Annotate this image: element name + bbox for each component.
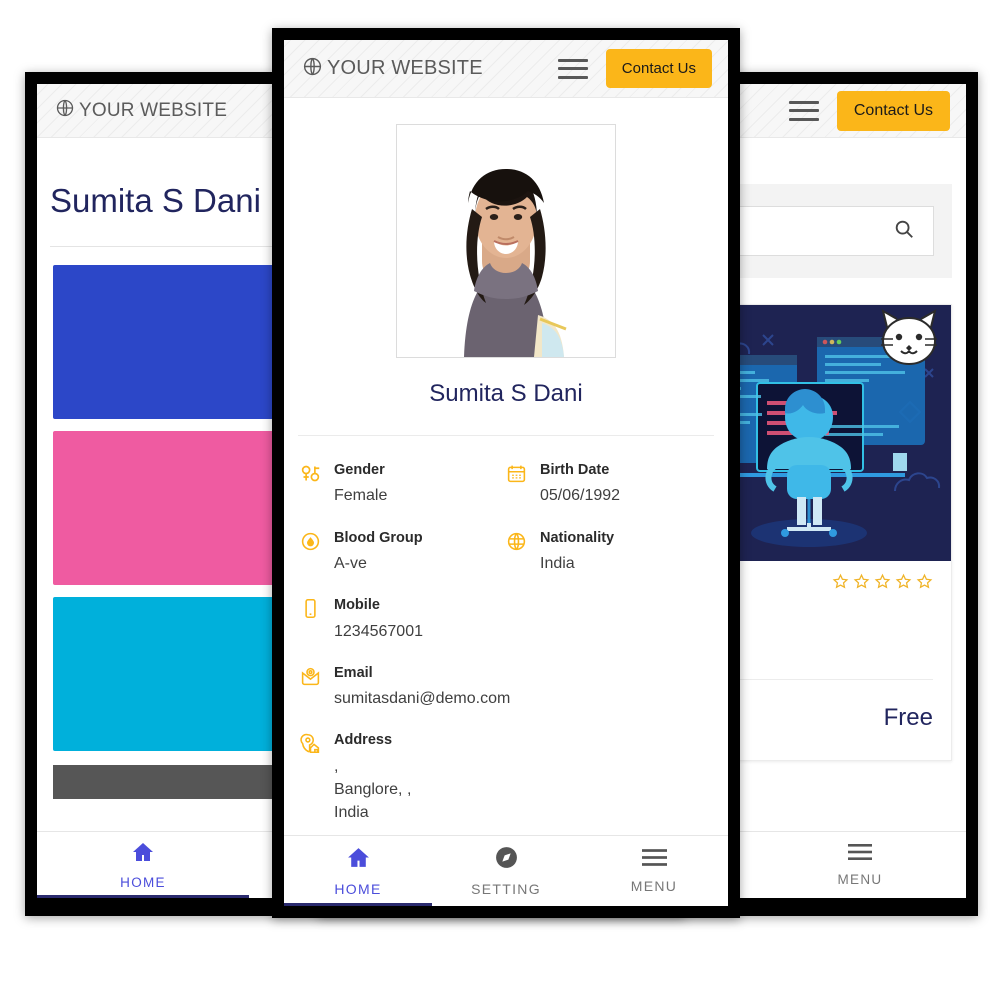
globe-icon — [302, 56, 323, 82]
search-icon[interactable] — [893, 218, 915, 245]
detail-row-address: Address , Banglore, , India — [300, 732, 712, 824]
tab-home[interactable]: HOME — [37, 832, 249, 898]
star-icon — [895, 573, 912, 595]
compass-icon — [494, 845, 519, 875]
tab-menu[interactable]: MENU — [754, 832, 966, 898]
detail-row: Blood Group A-ve Nationality India — [300, 530, 712, 576]
screen-center: YOUR WEBSITE Contact Us Sumita S Dani Ge… — [284, 40, 728, 906]
profile-details: Gender Female Birth Date 05/06/1992 Bloo… — [284, 436, 728, 824]
contact-us-button[interactable]: Contact Us — [605, 49, 712, 88]
detail-label: Mobile — [334, 597, 380, 614]
student-photo — [396, 124, 616, 358]
home-icon — [346, 845, 371, 875]
brand-logo[interactable]: YOUR WEBSITE — [55, 98, 227, 123]
detail-row: Email sumitasdani@demo.com — [300, 665, 712, 711]
star-icon — [916, 573, 933, 595]
header-actions: Contact Us — [557, 49, 712, 88]
tab-label: SETTING — [471, 881, 541, 897]
detail-label: Address — [334, 732, 393, 749]
hamburger-menu-icon[interactable] — [788, 100, 819, 121]
detail-birth-date: Birth Date 05/06/1992 — [506, 462, 712, 508]
star-icon — [853, 573, 870, 595]
detail-gender: Gender Female — [300, 462, 506, 508]
bottom-tabbar: HOME SETTING MENU — [284, 835, 728, 906]
brand-logo[interactable]: YOUR WEBSITE — [302, 56, 483, 82]
cat-face-icon — [881, 308, 937, 365]
detail-email: Email sumitasdani@demo.com — [300, 665, 712, 711]
detail-nationality: Nationality India — [506, 530, 712, 576]
globe-icon — [506, 530, 528, 557]
blood-drop-icon — [300, 530, 322, 557]
detail-value: India — [540, 554, 575, 572]
hamburger-menu-icon[interactable] — [557, 58, 588, 79]
tab-menu[interactable]: MENU — [580, 836, 728, 906]
detail-label: Gender — [334, 462, 385, 478]
home-icon — [131, 840, 155, 869]
star-icon — [874, 573, 891, 595]
mobile-phone-icon — [300, 597, 322, 624]
detail-value: Female — [334, 487, 388, 505]
student-name: Sumita S Dani — [429, 380, 583, 407]
mockup-stage: YOUR WEBSITE Sumita S Dani Doc Stud — [0, 0, 1000, 1000]
detail-value: A-ve — [334, 554, 367, 572]
detail-blood-group: Blood Group A-ve — [300, 530, 506, 576]
calendar-icon — [506, 462, 528, 489]
detail-label: Blood Group — [334, 529, 423, 546]
hamburger-menu-icon — [641, 848, 667, 872]
globe-icon — [55, 98, 75, 123]
detail-label: Birth Date — [540, 462, 610, 478]
detail-value: , Banglore, , India — [334, 755, 411, 825]
location-pin-icon — [300, 732, 322, 759]
address-line: , — [334, 757, 339, 775]
detail-address: Address , Banglore, , India — [300, 732, 712, 824]
email-icon — [300, 665, 322, 692]
detail-label: Nationality — [540, 529, 615, 546]
brand-name: YOUR WEBSITE — [327, 57, 483, 79]
course-price: Free — [883, 704, 933, 731]
hamburger-menu-icon — [848, 843, 872, 866]
tab-label: HOME — [334, 881, 382, 897]
address-line: Banglore, , — [334, 780, 412, 798]
detail-mobile: Mobile 1234567001 — [300, 597, 712, 643]
header-actions: Contact Us — [788, 90, 950, 131]
tab-label: MENU — [837, 872, 883, 887]
detail-label: Email — [334, 664, 373, 681]
detail-row: Mobile 1234567001 — [300, 597, 712, 643]
phone-mockup-center: YOUR WEBSITE Contact Us Sumita S Dani Ge… — [272, 28, 740, 918]
detail-value: 1234567001 — [334, 622, 423, 640]
site-header: YOUR WEBSITE Contact Us — [284, 40, 728, 98]
tab-label: HOME — [120, 875, 166, 890]
detail-value: 05/06/1992 — [540, 487, 621, 505]
contact-us-button[interactable]: Contact Us — [836, 90, 950, 131]
address-line: India — [334, 804, 369, 822]
tab-setting[interactable]: SETTING — [432, 836, 580, 906]
detail-value: sumitasdani@demo.com — [334, 690, 511, 708]
tab-label: MENU — [630, 878, 678, 894]
gender-icon — [300, 462, 322, 489]
tab-home[interactable]: HOME — [284, 836, 432, 906]
star-icon — [832, 573, 849, 595]
detail-row: Gender Female Birth Date 05/06/1992 — [300, 462, 712, 508]
brand-name: YOUR WEBSITE — [79, 99, 228, 121]
